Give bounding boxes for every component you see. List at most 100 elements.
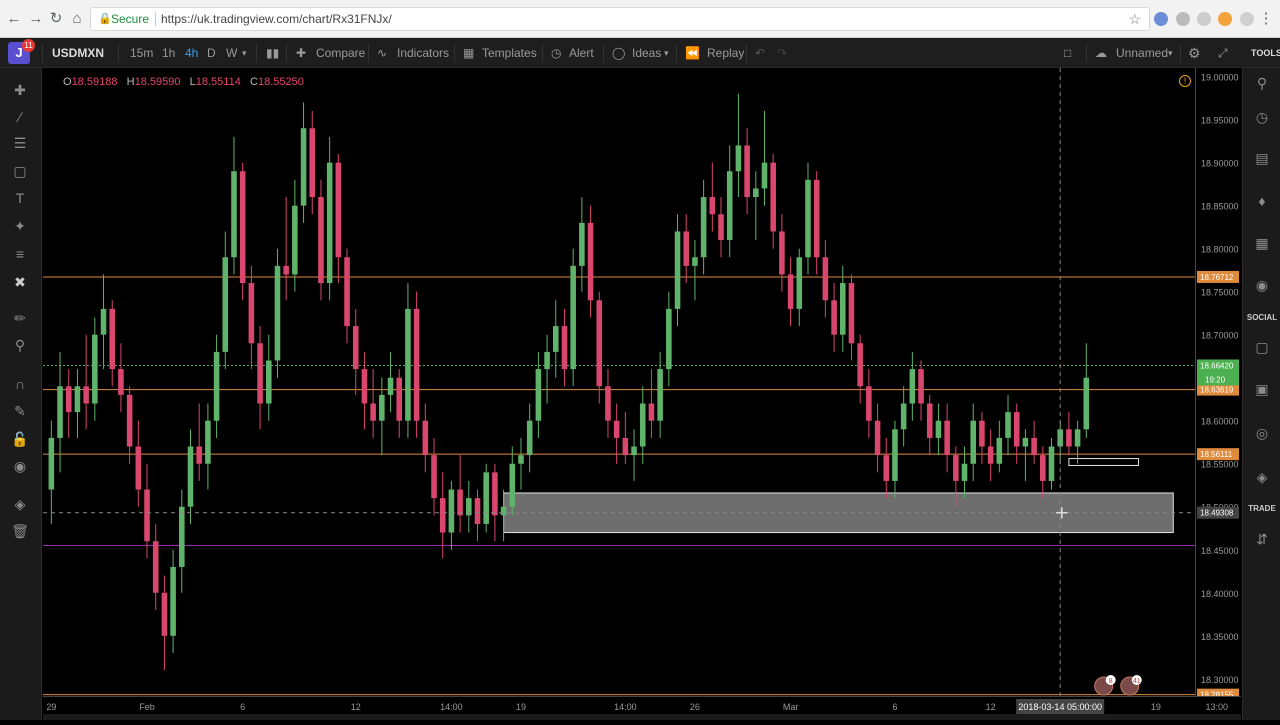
extension-icon[interactable] [1197,12,1211,26]
compare-icon[interactable]: ✚ [296,38,306,68]
candle-body [205,420,211,464]
hotlist-flame-icon[interactable]: ♦ [1243,190,1280,212]
interval-w-button[interactable]: W [226,38,237,68]
extension-icon[interactable] [1154,12,1168,26]
interval-4h-button[interactable]: 4h [185,38,198,68]
templates-icon[interactable]: ▦ [463,38,474,68]
indicators-button[interactable]: Indicators [397,38,449,68]
replay-icon[interactable]: ⏪ [685,38,700,68]
streams-icon[interactable]: ◎ [1243,422,1280,444]
trash-icon[interactable]: 🗑 [0,519,40,543]
stay-drawing-icon[interactable]: ✎ [0,399,40,423]
trendline-icon[interactable]: ∕ [0,105,40,129]
extension-icon[interactable] [1218,12,1232,26]
candle-body [726,171,733,241]
home-icon[interactable]: ⌂ [67,9,87,29]
ruler-icon[interactable]: ✏ [0,306,40,330]
extension-icon[interactable] [1176,12,1190,26]
zoom-icon[interactable]: ⚲ [0,333,40,357]
templates-button[interactable]: Templates [482,38,537,68]
candle-body [248,283,255,344]
crosshair-icon[interactable]: ✚ [0,78,40,102]
warning-icon[interactable]: ! [1179,75,1191,87]
candle-body [483,472,489,524]
ideas-icon[interactable]: ◯ [612,38,625,68]
magnet-icon[interactable]: ∩ [0,372,40,396]
candle-body [683,231,690,266]
candle-body [779,231,785,275]
candle-body [500,506,507,516]
event-badge-count: 8 [1109,678,1113,685]
interval-dropdown-icon[interactable]: ▾ [242,38,247,68]
alerts-clock-icon[interactable]: ◷ [1243,106,1280,128]
alert-icon[interactable]: ◷ [551,38,561,68]
candle-body [1013,412,1020,447]
price-line-tag-label: 18.66420 [1200,361,1234,370]
price-line-tag-label: 18.63619 [1200,386,1234,395]
pattern-icon[interactable]: ✦ [0,214,40,238]
bookmark-star-icon[interactable]: ☆ [1128,8,1141,30]
ideas-button[interactable]: Ideas [632,38,661,68]
candle-body [126,394,133,447]
chat-icon[interactable]: ▢ [1243,336,1280,358]
time-tick-label: 6 [240,702,245,712]
chart-area[interactable]: +19.00000 18.95000 18.90000 18.85000 18.8000… [43,68,1241,720]
ideas-stream-icon[interactable]: ◉ [1243,274,1280,296]
compare-button[interactable]: Compare [316,38,365,68]
back-icon[interactable]: ← [4,9,24,29]
hide-drawings-icon[interactable]: ◉ [0,454,40,478]
candle-body [787,274,794,309]
fib-icon[interactable]: ≡ [0,242,40,266]
candle-body [222,257,229,352]
candle-body [639,403,646,447]
watchlist-icon[interactable]: ⚲ [1243,72,1280,94]
replay-button[interactable]: Replay [707,38,744,68]
candle-body [231,171,237,258]
rectangle-icon[interactable]: ▢ [0,159,40,183]
horizontal-lines-icon[interactable]: ☰ [0,131,40,155]
fullscreen-icon[interactable]: ⤢ [1218,38,1228,68]
price-line-tag-label: 18.56111 [1200,450,1233,459]
candle-body [674,231,681,309]
lock-drawings-icon[interactable]: 🔓 [0,427,40,451]
reload-icon[interactable]: ↻ [46,9,66,29]
trading-panel-icon[interactable]: ⇵ [1243,528,1280,550]
browser-menu-icon[interactable]: ⋮ [1256,9,1276,29]
notifications-icon[interactable]: ◈ [1243,466,1280,488]
address-bar[interactable]: 🔒 Secure https://uk.tradingview.com/char… [90,7,1150,31]
chart-style-icon[interactable]: ▮▮ [266,38,279,68]
private-chat-icon[interactable]: ▣ [1243,378,1280,400]
ideas-dropdown-icon[interactable]: ▾ [664,38,669,68]
text-icon[interactable]: T [0,186,40,210]
alert-button[interactable]: Alert [569,38,594,68]
calendar-icon[interactable]: ▦ [1243,232,1280,254]
forward-icon[interactable]: → [26,9,46,29]
layout-name-button[interactable]: Unnamed [1116,38,1168,68]
indicators-icon[interactable]: ∿ [377,38,387,68]
interval-d-button[interactable]: D [207,38,216,68]
interval-1h-button[interactable]: 1h [162,38,175,68]
fullscreen-layout-icon[interactable]: □ [1064,38,1071,68]
candle-body [1040,455,1046,481]
candle-body [770,162,776,232]
high-value: 18.59590 [134,76,181,88]
extension-icon[interactable] [1240,12,1254,26]
candle-body [848,283,855,344]
high-key: H [126,76,135,88]
remove-drawings-icon[interactable]: ✖ [0,270,40,294]
candle-body [535,369,542,421]
layout-dropdown-icon[interactable]: ▾ [1168,38,1173,68]
layers-icon[interactable]: ◈ [0,492,40,516]
price-tick-label: 18.45000 [1201,546,1239,556]
interval-15m-button[interactable]: 15m [130,38,153,68]
candle-body [344,257,350,327]
price-chart[interactable]: +19.00000 18.95000 18.90000 18.85000 18.8000… [43,68,1241,720]
time-tick-label: 19 [516,702,526,712]
redo-icon[interactable]: ↷ [777,38,787,68]
data-window-icon[interactable]: ▤ [1243,147,1280,169]
cloud-save-icon[interactable]: ☁ [1095,38,1107,68]
settings-gear-icon[interactable]: ⚙ [1188,38,1201,68]
symbol-search-button[interactable]: USDMXN [52,38,104,68]
candle-body [970,420,977,464]
undo-icon[interactable]: ↶ [755,38,765,68]
